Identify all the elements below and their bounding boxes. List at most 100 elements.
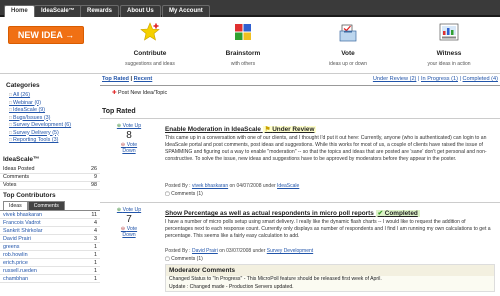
section-title: Top Rated [102, 108, 136, 115]
stat-label: Comments [0, 173, 76, 182]
author-link[interactable]: David Prairi [192, 248, 218, 254]
contributor-row[interactable]: greens 1 [0, 243, 100, 251]
idea-title-row: Enable Moderation in IdeaScale ⚑ Under R… [165, 125, 317, 133]
tab-home[interactable]: Home [4, 5, 35, 17]
category-link[interactable]: Bugs/Issues (3) [9, 114, 98, 122]
stats-row: Ideas Posted 26 [0, 165, 100, 174]
top-nav: Home IdeaScale™ Rewards About Us My Acco… [0, 0, 500, 17]
review-icon: ⚑ [264, 126, 271, 133]
stats-table: Ideas Posted 26 Comments 9 Votes 98 [0, 165, 100, 190]
category-link[interactable]: IdeaScale [277, 183, 299, 189]
comments-label[interactable]: Comments (1) [171, 191, 203, 197]
moderator-comment: Changed Status to "In Progress" - This M… [169, 276, 382, 282]
tab-comments[interactable]: Comments [27, 201, 65, 210]
tab-ideas[interactable]: Ideas [3, 201, 28, 210]
stats-panel: IdeaScale™ Ideas Posted 26 Comments 9 Vote… [0, 156, 100, 190]
contributor-row[interactable]: rob.howlin 1 [0, 251, 100, 259]
sort-links: Top Rated | Recent [102, 76, 153, 82]
vote-widget: Vote Up 7 Vote Down [114, 207, 144, 238]
contributor-row[interactable]: Sankrit Shirkolar 4 [0, 227, 100, 235]
stats-title: IdeaScale™ [3, 156, 40, 163]
contributor-row[interactable]: erich.price 1 [0, 259, 100, 267]
tab-rewards[interactable]: Rewards [80, 5, 120, 17]
stat-value: 9 [75, 173, 100, 182]
post-new-idea-link[interactable]: ✚ Post New Idea/Topic [112, 90, 167, 96]
contributor-name[interactable]: David Prairi [3, 236, 31, 242]
category-link[interactable]: Survey Development [267, 248, 313, 254]
contributor-name[interactable]: russell.rueden [3, 268, 37, 274]
contributor-row[interactable]: vivek bhaskaran 11 [0, 211, 100, 219]
post-icon: ✚ [112, 90, 117, 96]
contributor-name[interactable]: chambhan [3, 276, 28, 282]
comments-link[interactable]: ▢ Comments (1) [165, 256, 203, 262]
vote-down-button[interactable]: Vote Down [114, 142, 144, 154]
contributors-list: vivek bhaskaran 11 Francois Vadrot 4 Sankr… [0, 210, 100, 283]
sort-recent[interactable]: Recent [134, 76, 153, 82]
vote-up-button[interactable]: Vote Up [114, 207, 144, 213]
contributors-title: Top Contributors [3, 192, 56, 199]
comments-label[interactable]: Comments (1) [171, 256, 203, 262]
feature-title: Brainstorm [225, 50, 261, 57]
status-filters: Under Review (2) | In Progress (1) | Com… [372, 76, 498, 82]
filter-under-review[interactable]: Under Review (2) [373, 76, 417, 82]
contributor-name[interactable]: Francois Vadrot [3, 220, 41, 226]
idea-meta: Posted By : vivek bhaskaran on 04/07/200… [165, 183, 300, 189]
tab-ideascale[interactable]: IdeaScale™ [34, 5, 82, 17]
contributor-name[interactable]: greens [3, 244, 19, 250]
contributor-count: 1 [94, 268, 97, 274]
category-link[interactable]: IdeaScale (9) [9, 106, 98, 114]
tab-my-account[interactable]: My Account [162, 5, 210, 17]
contributor-name[interactable]: vivek bhaskaran [3, 212, 42, 218]
feature-title: Witness [436, 50, 462, 57]
category-link[interactable]: Survey Development (6) [9, 121, 98, 129]
idea-body: This came up in a conversation with one … [165, 135, 487, 162]
idea-title-link[interactable]: Show Percentage as well as actual respon… [165, 210, 374, 217]
category-link[interactable]: Survey Delivery (5) [9, 129, 98, 137]
contributor-name[interactable]: erich.price [3, 260, 28, 266]
idea-body: I have a number of micro polls setup usi… [165, 219, 491, 239]
category-link[interactable]: All (26) [9, 91, 98, 99]
vote-count: 7 [126, 214, 132, 225]
status-label: Under Review [272, 126, 315, 133]
filter-in-progress[interactable]: In Progress (1) [421, 76, 458, 82]
contributor-name[interactable]: Sankrit Shirkolar [3, 228, 43, 234]
star-plus-icon [140, 22, 160, 42]
ballot-box-icon [338, 22, 358, 42]
sort-top-rated[interactable]: Top Rated [102, 76, 129, 82]
contributor-name[interactable]: rob.howlin [3, 252, 28, 258]
contributor-row[interactable]: Francois Vadrot 4 [0, 219, 100, 227]
stat-label: Ideas Posted [0, 165, 76, 174]
idea-title-link[interactable]: Enable Moderation in IdeaScale [165, 126, 261, 133]
contributor-count: 4 [94, 220, 97, 226]
category-link[interactable]: Webinar (0) [9, 99, 98, 107]
contributor-row[interactable]: David Prairi 3 [0, 235, 100, 243]
post-new-label[interactable]: Post New Idea/Topic [118, 90, 167, 96]
new-idea-button[interactable]: NEW IDEA → [8, 26, 84, 44]
categories-title: Categories [6, 82, 40, 89]
stat-value: 98 [75, 181, 100, 190]
witness-icon [439, 22, 459, 42]
contributor-count: 1 [94, 276, 97, 282]
author-link[interactable]: vivek bhaskaran [192, 183, 228, 189]
moderator-comment: Update : Changed made - Production Serve… [169, 283, 294, 290]
tab-about-us[interactable]: About Us [120, 5, 161, 17]
filter-completed[interactable]: Completed (4) [463, 76, 498, 82]
idea-item: Vote Up 8 Vote Down Enable Moderation in… [100, 118, 500, 202]
comments-link[interactable]: ▢ Comments (1) [165, 191, 203, 197]
post-date: on 03/07/2008 under [219, 248, 266, 254]
feature-subtitle: with others [230, 61, 256, 67]
contributor-row[interactable]: russell.rueden 1 [0, 267, 100, 275]
filter-bar: Top Rated | Recent Under Review (2) | In… [100, 74, 500, 86]
categories-list: All (26) Webinar (0) IdeaScale (9) Bugs/… [3, 91, 98, 144]
contributor-row[interactable]: chambhan 1 [0, 275, 100, 283]
feature-title: Contribute [133, 50, 167, 57]
vote-down-button[interactable]: Vote Down [114, 226, 144, 238]
vote-up-button[interactable]: Vote Up [114, 123, 144, 129]
stat-value: 26 [75, 165, 100, 174]
contributor-count: 1 [94, 244, 97, 250]
idea-item: Vote Up 7 Vote Down Show Percentage as w… [100, 202, 500, 296]
feature-subtitle: your ideas in action [427, 61, 471, 67]
category-link[interactable]: Reporting Tools (3) [9, 136, 98, 144]
idea-title-row: Show Percentage as well as actual respon… [165, 209, 420, 217]
vote-widget: Vote Up 8 Vote Down [114, 123, 144, 154]
